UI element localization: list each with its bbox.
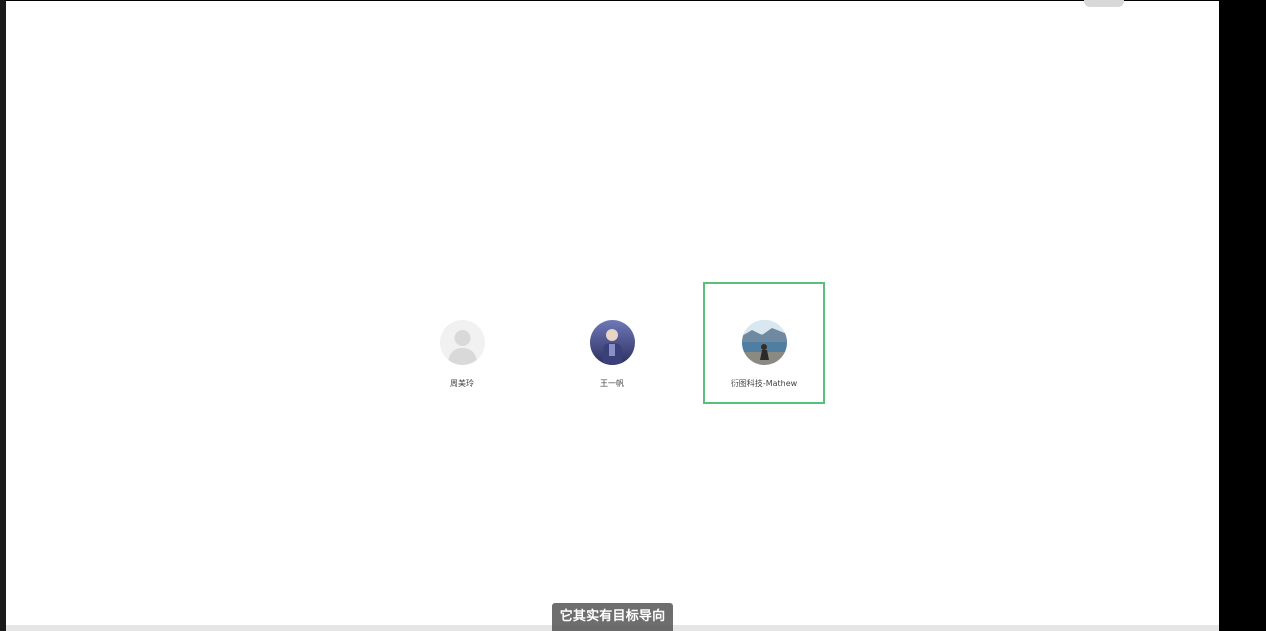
account-item-2[interactable]: 王一帆 (551, 282, 673, 404)
screen: 周美玲 王一帆 衍图科技-Mathew 它其实有目标导向 (0, 0, 1266, 631)
account-name: 周美玲 (450, 379, 474, 388)
account-list: 周美玲 王一帆 衍图科技-Mathew (6, 1, 1219, 625)
window-handle[interactable] (1084, 0, 1124, 7)
default-person-avatar-icon (439, 320, 485, 365)
subtitle-caption: 它其实有目标导向 (552, 603, 673, 631)
user-photo-avatar-icon (741, 320, 787, 365)
user-photo-avatar-icon (589, 320, 635, 365)
account-name: 衍图科技-Mathew (730, 379, 798, 388)
account-name: 王一帆 (600, 379, 624, 388)
account-item-1[interactable]: 周美玲 (401, 282, 523, 404)
account-item-3[interactable]: 衍图科技-Mathew (703, 282, 825, 404)
account-switcher-window: 周美玲 王一帆 衍图科技-Mathew (6, 1, 1219, 625)
